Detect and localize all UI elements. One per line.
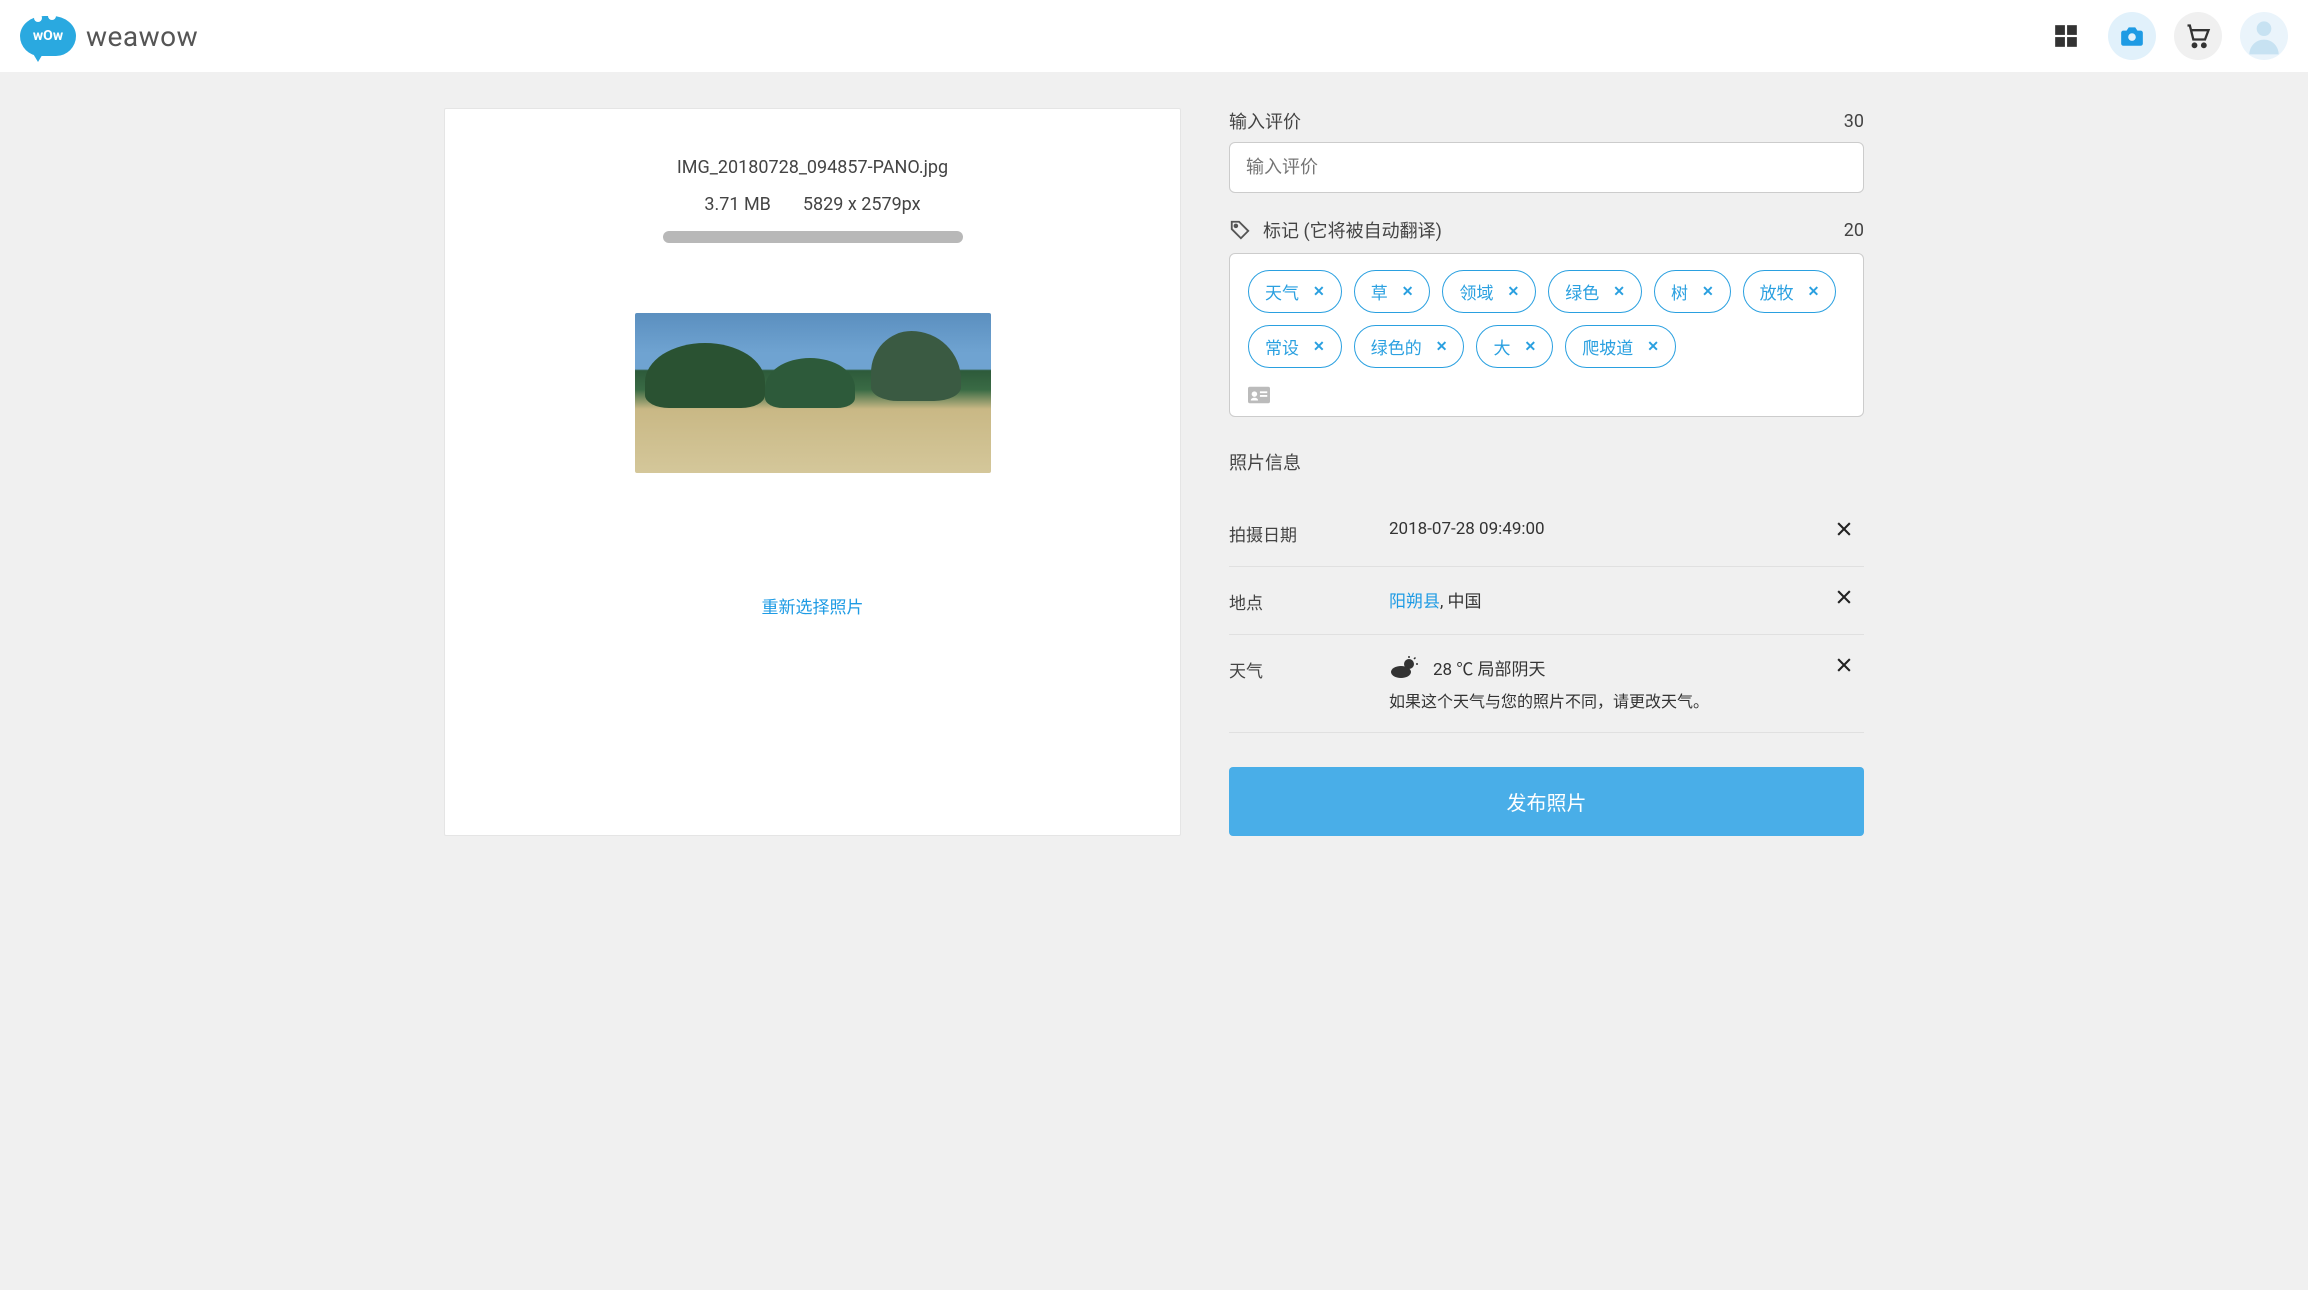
tags-label: 标记 (它将被自动翻译) [1263, 217, 1442, 243]
tag-remove-icon[interactable]: ✕ [1524, 339, 1536, 355]
tag-remove-icon[interactable]: ✕ [1313, 339, 1325, 355]
date-label: 拍摄日期 [1229, 519, 1389, 546]
file-size: 3.71 MB [704, 194, 771, 215]
brand-logo[interactable]: wOw weawow [20, 16, 198, 56]
avatar-icon[interactable] [2240, 12, 2288, 60]
header: wOw weawow [0, 0, 2308, 72]
tag-remove-icon[interactable]: ✕ [1402, 284, 1414, 300]
file-dimensions: 5829 x 2579px [803, 194, 921, 215]
photo-info-label: 照片信息 [1229, 449, 1864, 475]
tag-remove-icon[interactable]: ✕ [1313, 284, 1325, 300]
publish-button[interactable]: 发布照片 [1229, 767, 1864, 836]
tag-remove-icon[interactable]: ✕ [1647, 339, 1659, 355]
tag-remove-icon[interactable]: ✕ [1436, 339, 1448, 355]
location-value: 阳朔县, 中国 [1389, 587, 1834, 612]
grid-icon[interactable] [2042, 12, 2090, 60]
tag-icon [1229, 219, 1251, 241]
upload-panel: IMG_20180728_094857-PANO.jpg 3.71 MB 582… [444, 108, 1181, 836]
location-label: 地点 [1229, 587, 1389, 614]
main-content: IMG_20180728_094857-PANO.jpg 3.71 MB 582… [424, 72, 1884, 872]
tag-item: 草✕ [1354, 270, 1431, 313]
tag-item: 绿色的✕ [1354, 325, 1465, 368]
tag-item: 领域✕ [1442, 270, 1536, 313]
cloud-icon: wOw [20, 16, 76, 56]
photo-thumbnail[interactable] [635, 313, 991, 473]
tag-item: 天气✕ [1248, 270, 1342, 313]
weather-note: 如果这个天气与您的照片不同，请更改天气。 [1389, 688, 1834, 712]
tag-remove-icon[interactable]: ✕ [1507, 284, 1519, 300]
partly-cloudy-icon [1389, 656, 1419, 680]
tag-item: 爬坡道✕ [1565, 325, 1676, 368]
header-actions [2042, 12, 2288, 60]
location-link[interactable]: 阳朔县 [1389, 592, 1440, 612]
tag-item: 放牧✕ [1743, 270, 1837, 313]
info-row-weather: 天气 28 ℃ 局部阴天 如果这个天气与您的照片不同，请更改天气。 [1229, 635, 1864, 733]
tags-limit: 20 [1844, 220, 1864, 241]
brand-name: weawow [86, 20, 198, 53]
clear-date-button[interactable] [1834, 519, 1864, 539]
tag-remove-icon[interactable]: ✕ [1808, 284, 1820, 300]
clear-location-button[interactable] [1834, 587, 1864, 607]
tag-item: 大✕ [1476, 325, 1553, 368]
review-limit: 30 [1844, 111, 1864, 132]
tags-container[interactable]: 天气✕ 草✕ 领域✕ 绿色✕ 树✕ 放牧✕ 常设✕ 绿色的✕ 大✕ 爬坡道✕ [1229, 253, 1864, 417]
reselect-photo-link[interactable]: 重新选择照片 [762, 593, 864, 618]
info-row-location: 地点 阳朔县, 中国 [1229, 567, 1864, 635]
info-row-date: 拍摄日期 2018-07-28 09:49:00 [1229, 499, 1864, 567]
form-panel: 输入评价 30 标记 (它将被自动翻译) 20 天气✕ 草✕ 领域✕ 绿色✕ 树… [1229, 108, 1864, 836]
review-input[interactable] [1229, 142, 1864, 193]
cart-icon[interactable] [2174, 12, 2222, 60]
upload-progress [663, 231, 963, 243]
file-meta: 3.71 MB 5829 x 2579px [704, 194, 920, 215]
review-label: 输入评价 [1229, 108, 1301, 134]
camera-icon[interactable] [2108, 12, 2156, 60]
weather-value: 28 ℃ 局部阴天 如果这个天气与您的照片不同，请更改天气。 [1389, 655, 1834, 712]
tag-item: 树✕ [1654, 270, 1731, 313]
tag-remove-icon[interactable]: ✕ [1702, 284, 1714, 300]
tag-item: 绿色✕ [1548, 270, 1642, 313]
date-value: 2018-07-28 09:49:00 [1389, 519, 1834, 539]
weather-label: 天气 [1229, 655, 1389, 682]
tag-remove-icon[interactable]: ✕ [1613, 284, 1625, 300]
clear-weather-button[interactable] [1834, 655, 1864, 675]
tag-item: 常设✕ [1248, 325, 1342, 368]
id-card-icon[interactable] [1248, 386, 1845, 404]
file-name: IMG_20180728_094857-PANO.jpg [677, 157, 948, 178]
